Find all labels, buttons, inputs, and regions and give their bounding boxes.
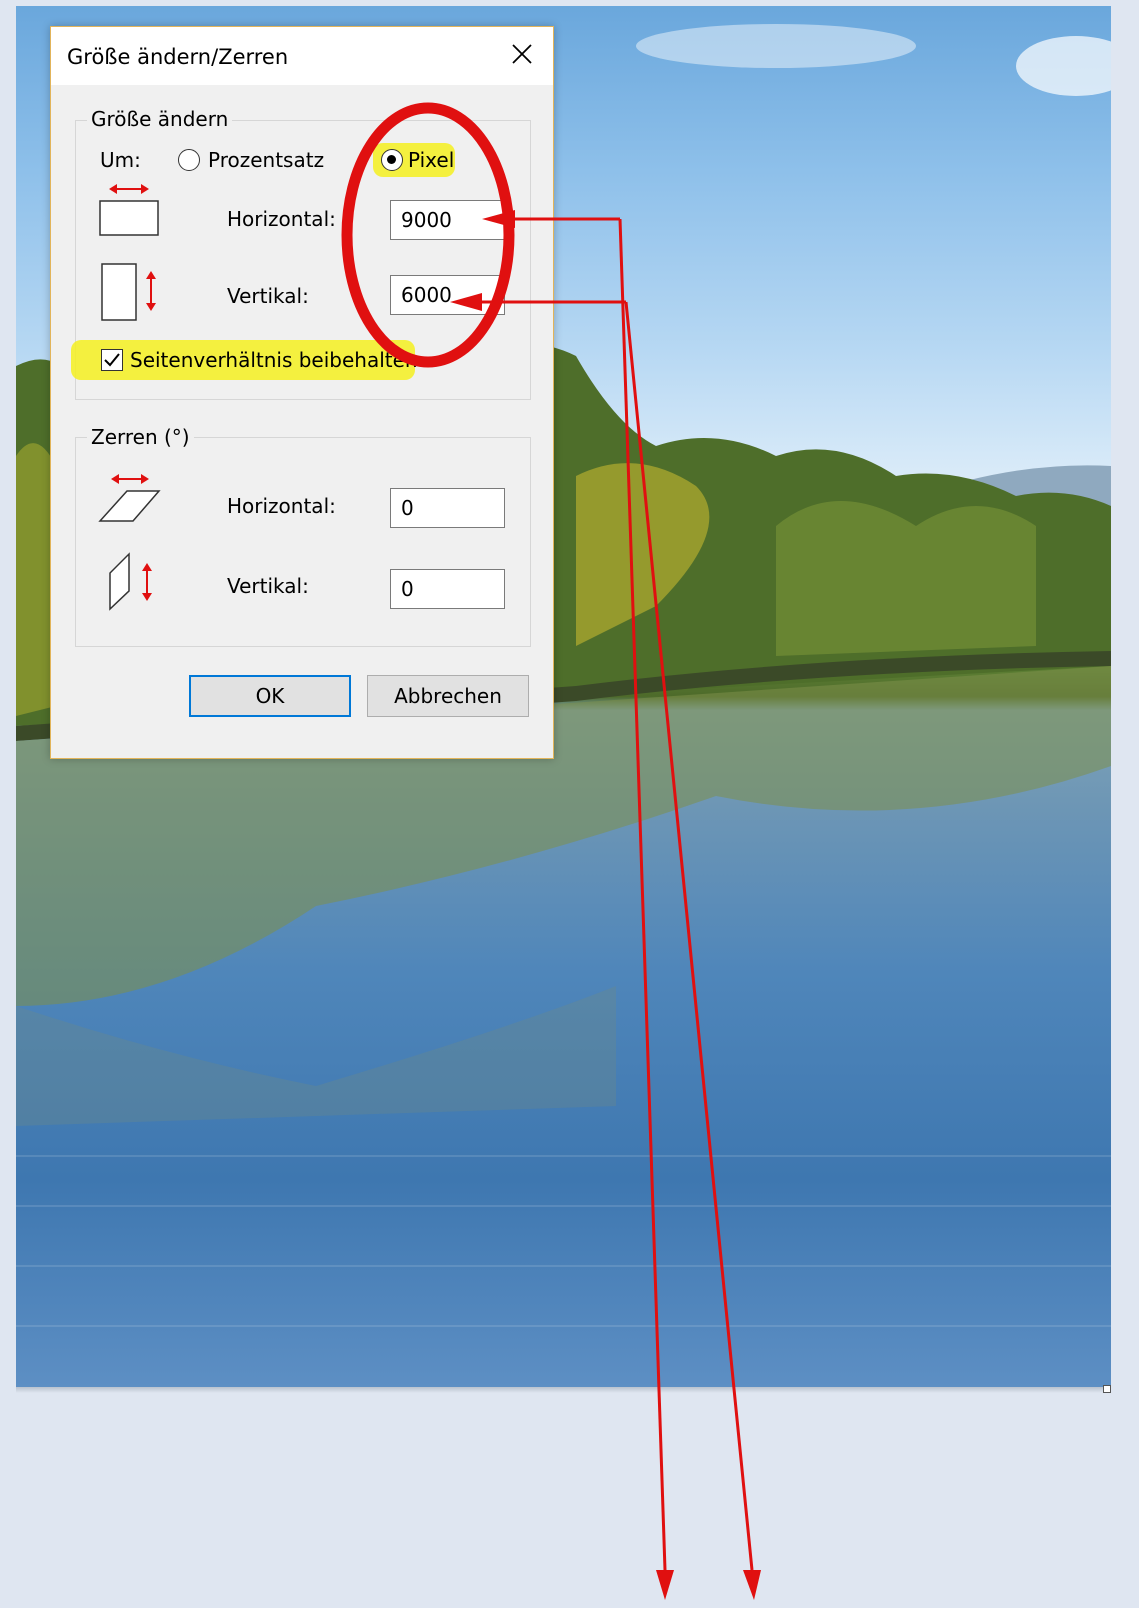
- radio-pixel-dot: [387, 155, 396, 164]
- skew-vertical-input[interactable]: 0: [390, 569, 505, 609]
- checkmark-icon: [104, 353, 120, 367]
- skew-horizontal-icon: [98, 474, 161, 522]
- canvas-resize-handle[interactable]: [1103, 1385, 1111, 1393]
- dialog-title: Größe ändern/Zerren: [67, 45, 289, 69]
- skew-vertical-label: Vertikal:: [227, 574, 309, 598]
- ok-button[interactable]: OK: [189, 675, 351, 717]
- resize-group-legend: Größe ändern: [87, 107, 233, 131]
- resize-vertical-label: Vertikal:: [227, 284, 309, 308]
- keep-ratio-label: Seitenverhältnis beibehalten: [130, 348, 418, 372]
- skew-horizontal-input[interactable]: 0: [390, 488, 505, 528]
- resize-horizontal-input[interactable]: 9000: [390, 200, 505, 240]
- close-button[interactable]: [507, 39, 537, 69]
- radio-pixel-label: Pixel: [408, 148, 455, 172]
- skew-vertical-icon: [109, 552, 152, 611]
- resize-horizontal-label: Horizontal:: [227, 207, 336, 231]
- radio-pixel[interactable]: [381, 149, 403, 171]
- keep-ratio-checkbox[interactable]: [101, 349, 123, 371]
- by-label: Um:: [100, 148, 141, 172]
- canvas-shadow: [16, 1387, 1111, 1393]
- resize-vertical-icon: [101, 263, 156, 321]
- skew-horizontal-label: Horizontal:: [227, 494, 336, 518]
- resize-horizontal-icon: [99, 184, 159, 236]
- radio-percentage[interactable]: [178, 149, 200, 171]
- dialog-titlebar[interactable]: Größe ändern/Zerren: [51, 27, 553, 85]
- cancel-button[interactable]: Abbrechen: [367, 675, 529, 717]
- close-icon: [512, 44, 532, 64]
- radio-percentage-label: Prozentsatz: [208, 148, 325, 172]
- resize-skew-dialog: Größe ändern/Zerren Größe ändern Um: Pro…: [50, 26, 554, 759]
- resize-vertical-input[interactable]: 6000: [390, 275, 505, 315]
- skew-group-legend: Zerren (°): [87, 425, 194, 449]
